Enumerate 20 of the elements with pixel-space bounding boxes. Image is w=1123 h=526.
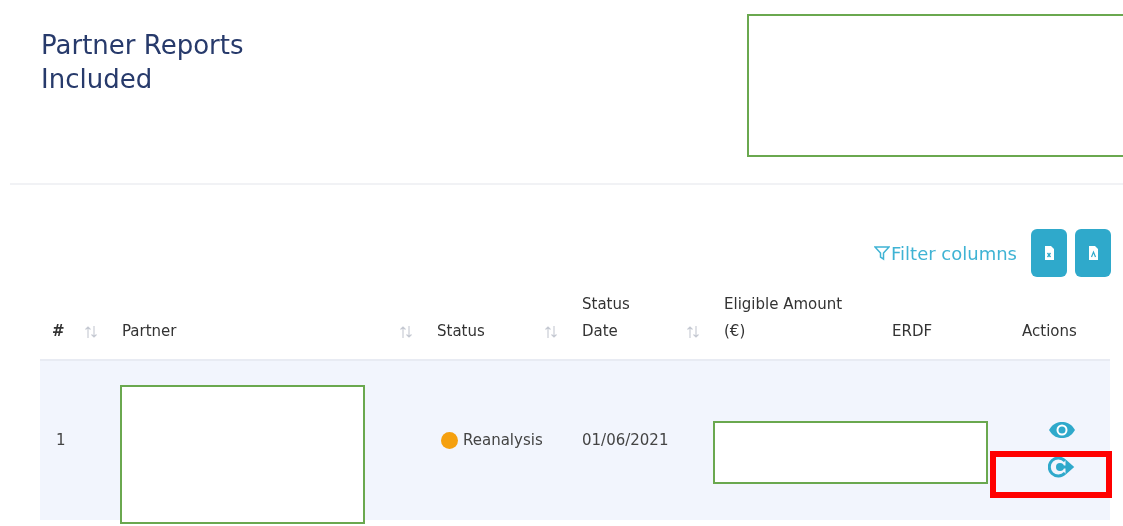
column-header[interactable]: ERDF [892, 318, 933, 345]
view-icon[interactable] [1048, 420, 1076, 439]
column-header[interactable]: Eligible Amount (€) [724, 291, 864, 345]
sort-icon[interactable] [544, 325, 558, 339]
exit-icon[interactable] [1048, 454, 1076, 479]
column-header[interactable]: Status [437, 318, 485, 345]
pdf-export-button[interactable] [1075, 229, 1111, 277]
status-label: Reanalysis [463, 430, 543, 452]
column-header[interactable]: Actions [1022, 318, 1077, 345]
sort-icon[interactable] [399, 325, 413, 339]
column-header[interactable]: Status Date [582, 291, 632, 345]
filter-icon [874, 245, 891, 261]
excel-export-button[interactable] [1031, 229, 1067, 277]
sort-icon[interactable] [686, 325, 700, 339]
row-number: 1 [56, 431, 66, 450]
status-date: 01/06/2021 [582, 431, 669, 450]
page-title: Partner Reports Included [41, 29, 245, 96]
column-header[interactable]: # [52, 318, 65, 345]
column-header[interactable]: Partner [122, 318, 177, 345]
sort-icon[interactable] [84, 325, 98, 339]
